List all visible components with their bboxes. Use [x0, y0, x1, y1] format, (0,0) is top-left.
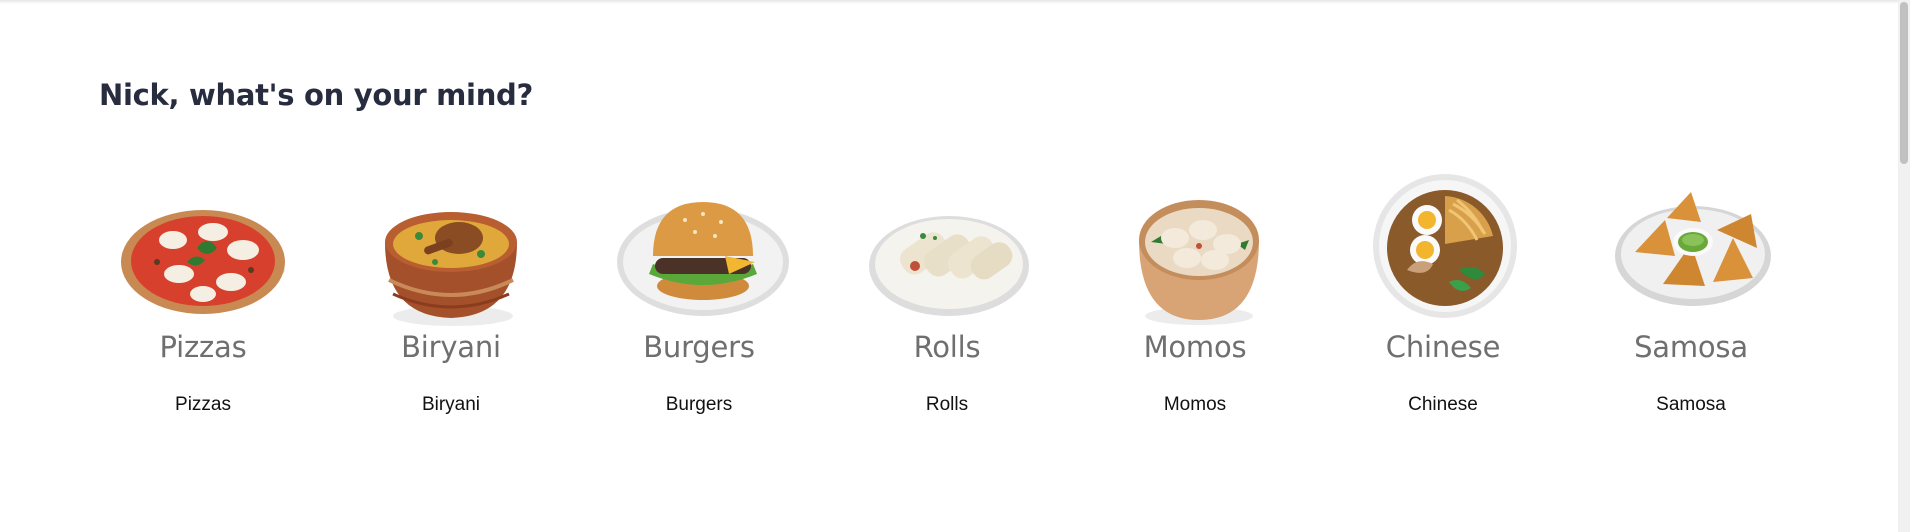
chinese-image — [1319, 170, 1567, 330]
category-image-label: Momos — [1143, 330, 1247, 364]
category-label: Burgers — [665, 394, 733, 415]
momos-image — [1071, 170, 1319, 330]
category-image-label: Rolls — [913, 330, 981, 364]
category-label: Rolls — [925, 394, 969, 415]
food-category-carousel: Pizzas Pizzas Biryani Biryani Burgers Bu… — [0, 0, 1898, 532]
rolls-icon — [869, 216, 1029, 316]
chinese-icon — [1373, 174, 1517, 318]
samosa-image — [1567, 170, 1815, 330]
category-momos[interactable]: Momos Momos — [1071, 170, 1319, 430]
burger-icon — [617, 202, 789, 316]
scrollbar-thumb[interactable] — [1900, 2, 1908, 164]
biryani-icon — [385, 212, 517, 326]
category-label: Chinese — [1408, 394, 1478, 415]
category-biryani[interactable]: Biryani Biryani — [327, 170, 575, 430]
biryani-image — [327, 170, 575, 330]
burger-image — [575, 170, 823, 330]
category-label: Biryani — [421, 394, 481, 415]
category-label: Samosa — [1656, 394, 1726, 415]
category-samosa[interactable]: Samosa Samosa — [1567, 170, 1815, 430]
category-rolls[interactable]: Rolls Rolls — [823, 170, 1071, 430]
pizza-icon — [121, 210, 285, 314]
category-image-label: Samosa — [1634, 330, 1748, 364]
samosa-icon — [1615, 192, 1771, 306]
category-pizzas[interactable]: Pizzas Pizzas — [79, 170, 327, 430]
category-image-label: Biryani — [401, 330, 501, 364]
category-label: Momos — [1163, 394, 1227, 415]
category-burgers[interactable]: Burgers Burgers — [575, 170, 823, 430]
category-image-label: Pizzas — [159, 330, 247, 364]
pizza-image — [79, 170, 327, 330]
momos-icon — [1139, 200, 1259, 325]
vertical-scrollbar[interactable] — [1898, 0, 1910, 532]
category-image-label: Burgers — [643, 330, 755, 364]
category-image-label: Chinese — [1385, 330, 1501, 364]
category-chinese[interactable]: Chinese Chinese — [1319, 170, 1567, 430]
rolls-image — [823, 170, 1071, 330]
category-label: Pizzas — [175, 394, 231, 415]
